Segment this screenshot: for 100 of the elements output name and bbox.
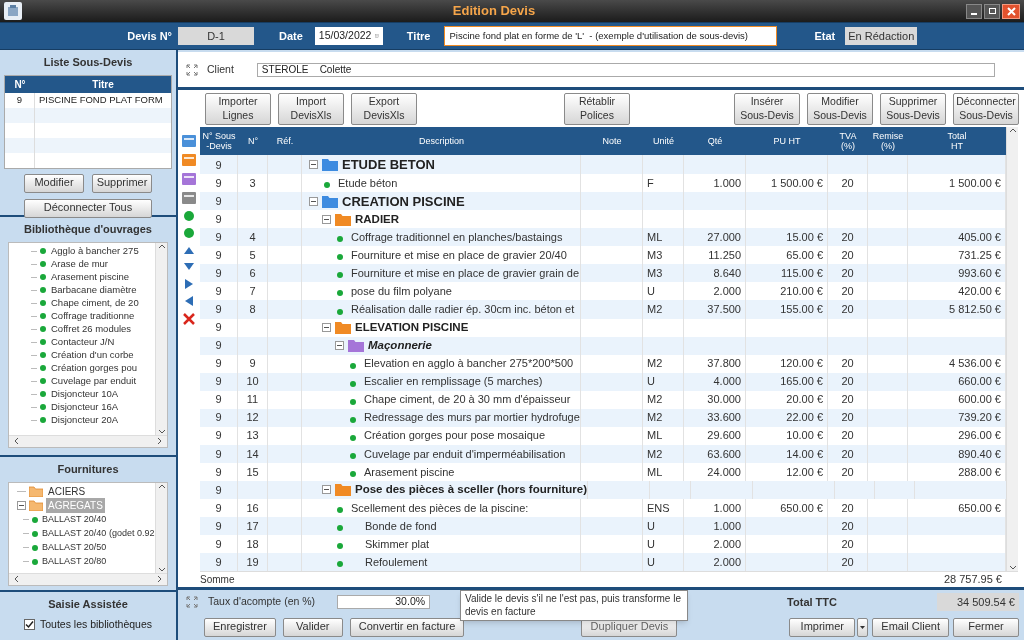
client-field[interactable]: STEROLE Colette (256, 62, 995, 77)
collapse-icon[interactable] (309, 197, 318, 207)
column-header[interactable]: Unité (653, 135, 674, 147)
collapse-icon[interactable] (335, 341, 344, 351)
scrollbar[interactable] (155, 482, 167, 573)
table-cell-text: 420.00 € (958, 284, 1001, 300)
list-button[interactable]: Déconnecter Tous (24, 198, 152, 218)
dropdown-button[interactable] (857, 617, 869, 637)
toolbar-button[interactable]: Importer Lignes (205, 92, 271, 125)
table-row[interactable]: 9 ETUDE BETON (200, 155, 1006, 174)
toolbar-button[interactable]: Export DevisXls (351, 92, 417, 125)
footer-button[interactable]: Valider (282, 617, 343, 637)
footer-button[interactable]: Imprimer (789, 617, 856, 637)
scroll-up-icon[interactable] (157, 242, 166, 249)
outdent-icon[interactable] (183, 296, 195, 306)
table-cell[interactable]: PISCINE FOND PLAT FORM (39, 92, 163, 108)
collapse-icon[interactable] (322, 323, 331, 333)
tree-item[interactable]: Contacteur J/N (51, 334, 115, 350)
tree-item[interactable]: Barbacane diamètre (51, 282, 137, 298)
collapse-icon[interactable] (309, 160, 318, 170)
tree-item[interactable]: Chape ciment, de 20 (51, 295, 139, 311)
scroll-down-icon[interactable] (157, 566, 166, 573)
scrollbar[interactable] (9, 434, 167, 447)
move-up-icon[interactable] (183, 245, 195, 255)
scrollbar[interactable] (155, 242, 167, 435)
tree-item[interactable]: BALLAST 20/80 (42, 554, 107, 569)
column-header[interactable]: Note (602, 135, 622, 147)
column-header[interactable]: Réf. (276, 135, 294, 147)
column-header[interactable]: TVA (%) (839, 130, 857, 152)
block-insert-icon[interactable] (182, 192, 196, 204)
column-header[interactable]: Remise (%) (872, 130, 904, 152)
toolbar-button[interactable]: Rétablir Polices (564, 92, 630, 125)
toolbar-button[interactable]: Import DevisXls (278, 92, 344, 125)
list-button[interactable]: Modifier (24, 173, 84, 193)
tree-item[interactable]: Arasement piscine (51, 269, 130, 285)
toolbar-button[interactable]: Insérer Sous-Devis (734, 92, 800, 125)
close-button[interactable] (1002, 3, 1020, 19)
scroll-right-icon[interactable] (157, 437, 163, 445)
chapter-insert-icon[interactable] (182, 135, 196, 147)
scroll-left-icon[interactable] (13, 437, 19, 445)
tree-item[interactable]: Arase de mur (51, 256, 109, 272)
collapse-icon[interactable] (322, 485, 331, 495)
tree-item[interactable]: BALLAST 20/50 (42, 540, 107, 555)
minimize-button[interactable] (966, 3, 982, 19)
title-field[interactable]: Piscine fond plat en forme de 'L' - (exemple d'utilisation de sous-devis) (444, 26, 778, 46)
scroll-down-icon[interactable] (157, 428, 166, 435)
scroll-up-icon[interactable] (1008, 127, 1017, 133)
tree-item[interactable]: ACIERS (46, 484, 88, 499)
tree-item[interactable]: BALLAST 20/40 (godet 0.92 (42, 526, 155, 541)
tree-item[interactable]: Disjoncteur 20A (51, 412, 119, 428)
deposit-field[interactable]: 30.0% (337, 595, 431, 609)
table-row[interactable]: 9 4 Coffrage traditionnel en planches/bastaings ML 27.000 15.00 € 20 405.00 € (200, 228, 1006, 247)
subsection-insert-icon[interactable] (182, 173, 196, 185)
tree-item[interactable]: Création d'un corbe (51, 347, 134, 363)
tree-item[interactable]: Coffret 26 modules (51, 321, 132, 337)
scrollbar[interactable] (1006, 127, 1018, 571)
toolbar-button[interactable]: Modifier Sous-Devis (807, 92, 873, 125)
column-header[interactable]: Qté (707, 135, 723, 147)
footer-button[interactable]: Enregistrer (204, 617, 276, 637)
tree-item[interactable]: Cuvelage par enduit (51, 373, 137, 389)
scroll-down-icon[interactable] (1008, 565, 1017, 571)
column-header[interactable]: N° Sous -Devis (202, 130, 236, 152)
toolbar-button[interactable]: Déconnecter Sous-Devis (953, 92, 1019, 125)
move-down-icon[interactable] (183, 262, 195, 272)
collapse-icon[interactable] (322, 214, 331, 224)
footer-button[interactable]: Email Client (872, 617, 949, 637)
column-header[interactable]: Total HT (947, 130, 967, 152)
table-cell-text: Coffrage traditionnel en planches/bastaings (351, 230, 563, 246)
scrollbar[interactable] (9, 572, 167, 585)
column-header[interactable]: Description (419, 135, 464, 147)
list-button[interactable]: Supprimer (92, 173, 152, 193)
table-cell-text: 20 (841, 374, 854, 390)
delete-icon[interactable] (183, 313, 195, 325)
expand-icon[interactable] (186, 596, 198, 608)
checkbox[interactable] (23, 618, 35, 630)
restore-button[interactable] (984, 3, 1000, 19)
collapse-icon[interactable] (17, 501, 26, 510)
tree-item[interactable]: Agglo à bancher 275 (51, 243, 139, 259)
table-cell[interactable]: 9 (16, 92, 23, 108)
scroll-left-icon[interactable] (13, 575, 19, 583)
column-header[interactable]: Titre (35, 76, 171, 92)
column-header[interactable]: N° (5, 76, 35, 92)
date-field[interactable]: 15/03/2022 (314, 27, 383, 45)
indent-icon[interactable] (183, 279, 195, 289)
tree-item[interactable]: Création gorges pou (51, 360, 138, 376)
toolbar-button[interactable]: Supprimer Sous-Devis (880, 92, 946, 125)
expand-icon[interactable] (186, 63, 198, 76)
scroll-up-icon[interactable] (157, 482, 166, 489)
footer-button[interactable]: Convertir en facture (349, 617, 465, 637)
tree-item[interactable]: BALLAST 20/40 (42, 512, 107, 527)
column-header[interactable]: N° (247, 135, 259, 147)
tree-item[interactable]: Disjoncteur 16A (51, 399, 119, 415)
tree-item[interactable]: Coffrage traditionne (51, 308, 135, 324)
footer-button[interactable]: Fermer (953, 617, 1019, 637)
table-row[interactable]: 9 6 Fourniture et mise en place de gravier grain de M3 8.640 115.00 € 20 993.60 € (200, 264, 1006, 283)
scroll-right-icon[interactable] (157, 575, 163, 583)
column-header[interactable]: PU HT (773, 135, 801, 147)
table-cell-text: 4 (249, 230, 256, 246)
tree-item[interactable]: Disjoncteur 10A (51, 386, 119, 402)
table-row[interactable]: 9 8 Réalisation dalle radier ép. 30cm inc. béton et M2 37.500 155.00 € 20 5 812.50 € (200, 300, 1006, 319)
